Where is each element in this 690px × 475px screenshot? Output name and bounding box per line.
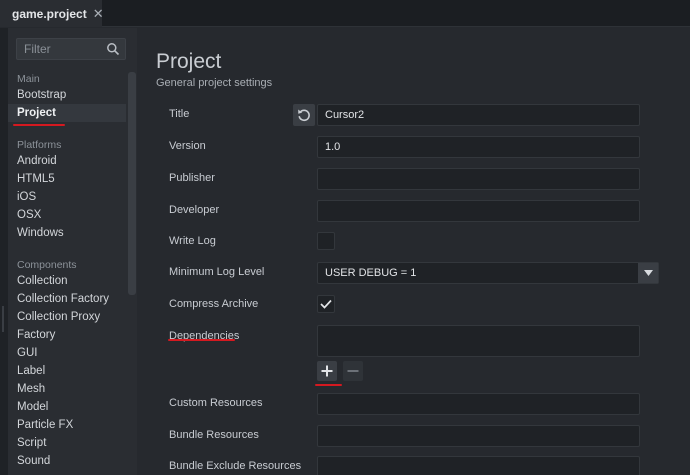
sidebar-item-bootstrap[interactable]: Bootstrap (8, 86, 126, 104)
custom-resources-label: Custom Resources (169, 397, 263, 409)
min-log-level-select[interactable]: USER DEBUG = 1 (317, 262, 659, 284)
write-log-checkbox[interactable] (317, 232, 335, 250)
sidebar-item-html5[interactable]: HTML5 (8, 170, 126, 188)
sidebar-item-particle-fx[interactable]: Particle FX (8, 416, 126, 434)
page-subtitle: General project settings (156, 77, 273, 89)
section-title-components: Components (17, 259, 77, 271)
tab-game-project[interactable]: game.project ✕ (0, 0, 104, 27)
sidebar-item-mesh[interactable]: Mesh (8, 380, 126, 398)
sidebar-item-android[interactable]: Android (8, 152, 126, 170)
annotation-underline-project (13, 124, 65, 126)
settings-panel: Project General project settings Title C… (137, 28, 690, 475)
section-title-main: Main (17, 73, 40, 85)
sidebar-item-project[interactable]: Project (8, 104, 126, 122)
annotation-underline-plus (315, 384, 342, 386)
custom-resources-field[interactable] (317, 393, 640, 415)
version-field[interactable]: 1.0 (317, 136, 640, 158)
tab-bar: game.project ✕ (0, 0, 690, 27)
checkmark-icon (320, 299, 332, 309)
sidebar-item-label[interactable]: Label (8, 362, 126, 380)
sidebar-item-collection-factory[interactable]: Collection Factory (8, 290, 126, 308)
reset-icon (298, 109, 310, 122)
sidebar-item-collection-proxy[interactable]: Collection Proxy (8, 308, 126, 326)
developer-field[interactable] (317, 200, 640, 222)
close-icon[interactable]: ✕ (93, 7, 104, 20)
sidebar-item-script[interactable]: Script (8, 434, 126, 452)
publisher-field[interactable] (317, 168, 640, 190)
sidebar-item-gui[interactable]: GUI (8, 344, 126, 362)
search-icon[interactable] (106, 42, 120, 56)
remove-dependency-button[interactable] (343, 361, 363, 381)
bundle-resources-label: Bundle Resources (169, 429, 259, 441)
sidebar-item-factory[interactable]: Factory (8, 326, 126, 344)
chevron-down-icon[interactable] (638, 263, 658, 283)
sidebar-item-osx[interactable]: OSX (8, 206, 126, 224)
section-title-platforms: Platforms (17, 139, 62, 151)
publisher-label: Publisher (169, 172, 215, 184)
bundle-exclude-resources-field[interactable] (317, 456, 640, 475)
reset-button[interactable] (293, 104, 315, 126)
min-log-level-value: USER DEBUG = 1 (325, 267, 417, 279)
resize-handle[interactable] (2, 306, 4, 332)
plus-icon (321, 365, 333, 377)
bundle-exclude-resources-label: Bundle Exclude Resources (169, 460, 302, 472)
write-log-label: Write Log (169, 235, 216, 247)
developer-label: Developer (169, 204, 220, 216)
version-label: Version (169, 140, 206, 152)
compress-archive-checkbox[interactable] (317, 295, 335, 313)
filter-box (16, 38, 126, 60)
page-title: Project (156, 50, 222, 73)
annotation-underline-dependencies (168, 339, 235, 341)
bundle-resources-field[interactable] (317, 425, 640, 447)
sidebar-item-sound[interactable]: Sound (8, 452, 126, 470)
title-field[interactable]: Cursor2 (317, 104, 640, 126)
tab-label: game.project (12, 6, 87, 21)
add-dependency-button[interactable] (317, 361, 337, 381)
sidebar: Main Bootstrap Project Platforms Android… (8, 28, 137, 475)
sidebar-item-windows[interactable]: Windows (8, 224, 126, 242)
left-edge-strip (0, 28, 8, 475)
dependencies-list[interactable] (317, 325, 640, 357)
min-log-level-label: Minimum Log Level (169, 266, 265, 278)
filter-input[interactable] (17, 39, 105, 59)
minus-icon (347, 370, 359, 372)
sidebar-scrollbar[interactable] (128, 72, 136, 295)
sidebar-item-collection[interactable]: Collection (8, 272, 126, 290)
sidebar-item-model[interactable]: Model (8, 398, 126, 416)
sidebar-item-ios[interactable]: iOS (8, 188, 126, 206)
compress-archive-label: Compress Archive (169, 298, 259, 310)
title-label: Title (169, 108, 190, 120)
